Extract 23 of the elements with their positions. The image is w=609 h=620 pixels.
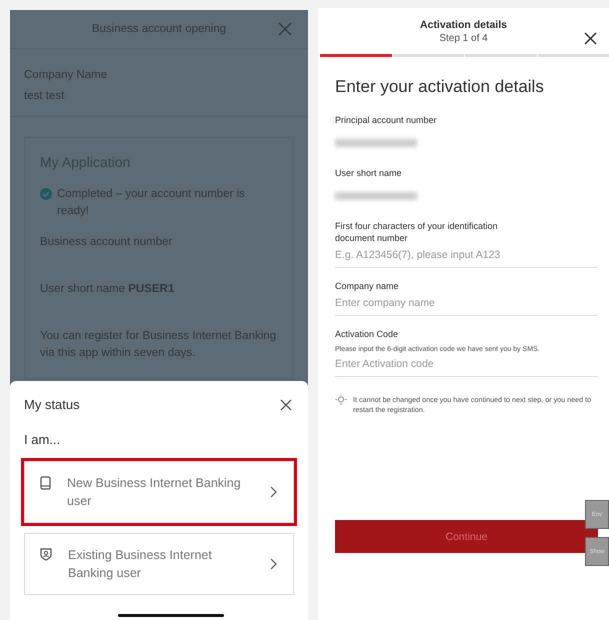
chevron-icon [270, 486, 277, 498]
close-icon[interactable] [584, 32, 597, 45]
input-field[interactable]: Enter company name [335, 292, 598, 316]
step-indicator: Step 1 of 4 [439, 32, 488, 44]
input-field[interactable]: Enter Activation code [335, 353, 598, 377]
status-option[interactable]: Existing Business Internet Banking user [24, 533, 294, 595]
lightbulb-icon [335, 395, 347, 406]
field-label: Principal account number [335, 114, 438, 126]
tablet-icon [40, 476, 51, 490]
sheet-title: My status [24, 397, 80, 412]
sheet-prompt: I am... [24, 432, 62, 447]
close-icon[interactable] [280, 398, 292, 410]
field-label: User short name [335, 167, 403, 179]
status-option[interactable]: New Business Internet Banking user [24, 461, 294, 523]
chevron-icon [270, 558, 277, 570]
input-field[interactable]: E.g. A123456(7), please input A123 [335, 244, 598, 268]
shield-user-icon [40, 548, 52, 561]
field-label: Activation Code [335, 328, 400, 340]
check-icon [40, 188, 52, 200]
screen-title: Activation details [420, 18, 507, 30]
field-label: First four characters of your identification document number [335, 220, 499, 244]
form-heading: Enter your activation details [335, 77, 545, 97]
field-label: Company name [335, 280, 400, 292]
